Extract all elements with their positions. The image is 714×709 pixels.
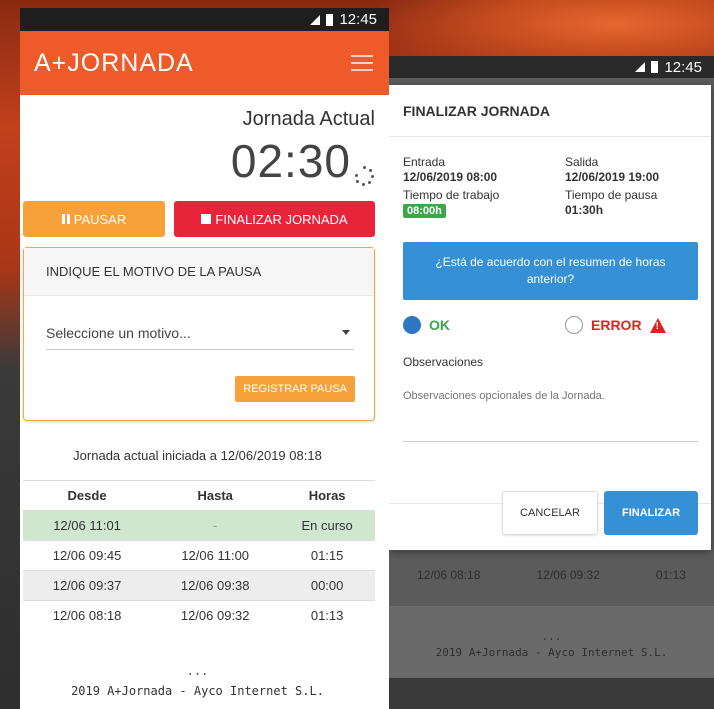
table-cell: 01:15 <box>279 540 375 571</box>
registrar-pausa-button[interactable]: REGISTRAR PAUSA <box>235 376 355 402</box>
table-row: 12/06 09:45 12/06 11:00 01:15 <box>23 540 375 571</box>
table-cell: 12/06 11:00 <box>151 540 280 571</box>
confirmation-radio-group: OK ERROR <box>403 316 703 338</box>
table-header-row: Desde Hasta Horas <box>23 480 375 511</box>
more-ellipsis: ... <box>186 664 209 678</box>
error-label: ERROR <box>591 317 642 333</box>
pausar-label: PAUSAR <box>73 211 127 227</box>
entrada-value: 12/06/2019 08:00 <box>403 170 498 184</box>
radio-unselected-icon <box>565 316 583 334</box>
table-cell: 12/06 11:01 <box>23 510 152 541</box>
loading-spinner-icon <box>355 166 375 186</box>
signal-icon <box>310 14 321 25</box>
column-header: Horas <box>279 480 375 511</box>
left-phone-screen: 12:45 A+JORNADA Jornada Actual 02:30 PAU… <box>20 8 389 709</box>
table-cell: 01:13 <box>279 600 375 631</box>
signal-icon <box>635 62 646 72</box>
salida-value: 12/06/2019 19:00 <box>565 170 660 184</box>
status-time: 12:45 <box>339 11 377 28</box>
right-phone-screen: 12:45 12/06 08:18 12/06 09:32 01:13 ... … <box>389 56 714 709</box>
ok-radio-option[interactable]: OK <box>403 316 450 334</box>
pausa-label: Tiempo de pausa <box>565 188 658 202</box>
table-cell: 12/06 08:18 <box>23 600 152 631</box>
observaciones-input[interactable] <box>403 390 698 442</box>
footer-text: 2019 A+Jornada - Ayco Internet S.L. <box>435 646 668 659</box>
table-row: 12/06 08:18 12/06 09:32 01:13 <box>23 600 375 631</box>
observaciones-label: Observaciones <box>403 355 484 369</box>
jornada-start-info: Jornada actual iniciada a 12/06/2019 08:… <box>73 448 322 463</box>
confirmation-question: ¿Está de acuerdo con el resumen de horas… <box>403 242 698 300</box>
dialog-title: FINALIZAR JORNADA <box>389 85 711 137</box>
column-header: Hasta <box>151 480 280 511</box>
battery-icon <box>651 61 659 73</box>
status-bar: 12:45 <box>20 8 389 31</box>
pausa-value: 01:30h <box>565 203 604 217</box>
pause-icon <box>61 214 70 224</box>
pause-reason-select[interactable]: Seleccione un motivo... <box>46 316 354 350</box>
status-time: 12:45 <box>664 58 702 76</box>
cancelar-button[interactable]: CANCELAR <box>502 491 598 535</box>
background-table-row: 12/06 08:18 12/06 09:32 01:13 <box>389 568 714 582</box>
pause-reason-card: INDIQUE EL MOTIVO DE LA PAUSA Seleccione… <box>23 247 375 421</box>
table-cell: 12/06 08:18 <box>417 568 481 582</box>
table-row: 12/06 09:37 12/06 09:38 00:00 <box>23 570 375 601</box>
table-cell: En curso <box>279 510 375 541</box>
table-cell: 12/06 09:38 <box>151 570 280 601</box>
stop-icon <box>201 214 212 224</box>
trabajo-value-badge: 08:00h <box>403 204 446 218</box>
table-cell: 12/06 09:45 <box>23 540 152 571</box>
salida-label: Salida <box>565 155 599 169</box>
app-title: A+JORNADA <box>34 48 194 77</box>
trabajo-label: Tiempo de trabajo <box>403 188 500 202</box>
app-bar: A+JORNADA <box>20 31 389 95</box>
dropdown-caret-icon <box>342 330 350 335</box>
column-header: Desde <box>23 480 152 511</box>
table-cell: 12/06 09:32 <box>536 568 600 582</box>
radio-selected-icon <box>403 316 421 334</box>
table-cell: 12/06 09:32 <box>151 600 280 631</box>
finalizar-jornada-button[interactable]: FINALIZAR JORNADA <box>174 201 375 237</box>
jornada-actual-label: Jornada Actual <box>242 108 375 130</box>
pause-reason-value: Seleccione un motivo... <box>46 324 191 341</box>
finalizar-dialog: FINALIZAR JORNADA Entrada 12/06/2019 08:… <box>389 85 711 550</box>
finalizar-label: FINALIZAR JORNADA <box>215 211 348 227</box>
ok-label: OK <box>429 317 450 333</box>
warning-icon <box>649 317 666 333</box>
table-cell: 01:13 <box>655 568 686 582</box>
more-ellipsis: ... <box>541 630 562 643</box>
status-bar: 12:45 <box>389 56 714 78</box>
finalizar-button[interactable]: FINALIZAR <box>604 491 698 535</box>
table-row: 12/06 11:01 - En curso <box>23 510 375 541</box>
battery-icon <box>326 13 334 26</box>
pausar-button[interactable]: PAUSAR <box>23 201 165 237</box>
table-cell: 00:00 <box>279 570 375 601</box>
footer-text: 2019 A+Jornada - Ayco Internet S.L. <box>71 684 324 698</box>
pause-reason-heading: INDIQUE EL MOTIVO DE LA PAUSA <box>24 248 374 296</box>
table-cell: - <box>151 510 280 541</box>
history-table: Desde Hasta Horas 12/06 11:01 - En curso… <box>23 480 375 631</box>
table-cell: 12/06 09:37 <box>23 570 152 601</box>
entrada-label: Entrada <box>403 155 446 169</box>
bottom-bar <box>389 678 714 709</box>
hamburger-menu-icon[interactable] <box>351 55 373 71</box>
error-radio-option[interactable]: ERROR <box>565 316 666 334</box>
elapsed-timer: 02:30 <box>230 135 351 187</box>
